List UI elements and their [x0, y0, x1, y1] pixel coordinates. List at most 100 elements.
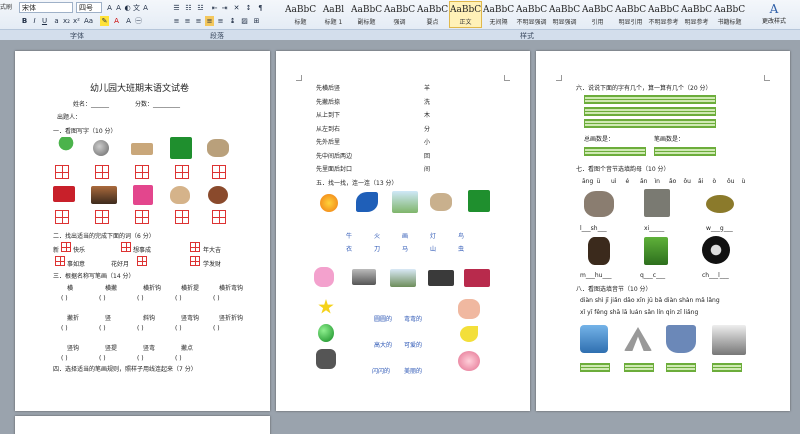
- italic-icon[interactable]: I: [30, 16, 39, 26]
- writing-grid[interactable]: [175, 210, 189, 224]
- fill-blank[interactable]: xi_____: [644, 225, 664, 232]
- answer-box[interactable]: [190, 256, 200, 266]
- stroke-answer[interactable]: ( ): [137, 295, 144, 302]
- style-card[interactable]: AaBbCcDc 明显强调: [548, 1, 581, 28]
- align-center-icon[interactable]: ≡: [183, 16, 192, 26]
- change-case-icon[interactable]: Aa: [84, 16, 93, 26]
- writing-line[interactable]: [654, 147, 716, 156]
- stroke-answer[interactable]: ( ): [175, 355, 182, 362]
- justify-icon[interactable]: ≡: [205, 16, 214, 26]
- writing-grid[interactable]: [135, 165, 149, 179]
- style-card[interactable]: AaBbC 标题: [284, 1, 317, 28]
- document-page-3[interactable]: 六．说说下面的字有几个，算一算有几个（20 分） 总画数是： 笔画数是： 七．看…: [536, 51, 790, 411]
- clear-format-icon[interactable]: ◐: [123, 3, 132, 13]
- strikethrough-icon[interactable]: a: [52, 16, 61, 26]
- document-page-4[interactable]: [15, 416, 270, 434]
- style-card[interactable]: AaBbCcD 强调: [383, 1, 416, 28]
- writing-line[interactable]: [580, 363, 610, 372]
- phonetic-guide-icon[interactable]: 文: [132, 3, 141, 13]
- answer-box[interactable]: [121, 242, 131, 252]
- format-painter-button[interactable]: 式刷: [0, 2, 16, 11]
- stroke-answer[interactable]: ( ): [137, 325, 144, 332]
- writing-grid[interactable]: [55, 210, 69, 224]
- writing-grid[interactable]: [95, 165, 109, 179]
- stroke-answer[interactable]: ( ): [99, 325, 106, 332]
- enclose-char-icon[interactable]: ㊀: [134, 16, 143, 26]
- sort-icon[interactable]: ↕: [244, 3, 253, 13]
- document-page-1[interactable]: 幼儿园大班期末语文试卷 姓名：______ 分数：_________ 出题人： …: [15, 51, 270, 411]
- stroke-name: 竖弯钩: [181, 315, 200, 322]
- writing-line[interactable]: [584, 147, 646, 156]
- shrink-font-icon[interactable]: A: [114, 3, 123, 13]
- writing-line[interactable]: [584, 119, 716, 128]
- stroke-answer[interactable]: ( ): [61, 295, 68, 302]
- numbering-icon[interactable]: ☷: [184, 3, 193, 13]
- grow-font-icon[interactable]: A: [105, 3, 114, 13]
- font-name-select[interactable]: 宋体: [19, 2, 73, 13]
- answer-box[interactable]: [137, 256, 147, 266]
- chinese-layout-icon[interactable]: ✕: [232, 3, 241, 13]
- style-card[interactable]: AaBbCcDc 引用: [581, 1, 614, 28]
- stroke-answer[interactable]: ( ): [61, 355, 68, 362]
- line-spacing-icon[interactable]: ↨: [228, 16, 237, 26]
- font-size-select[interactable]: 四号: [76, 2, 102, 13]
- stroke-answer[interactable]: ( ): [99, 355, 106, 362]
- writing-line[interactable]: [666, 363, 696, 372]
- answer-box[interactable]: [61, 242, 71, 252]
- answer-box[interactable]: [190, 242, 200, 252]
- font-color-icon[interactable]: A: [112, 16, 121, 26]
- writing-grid[interactable]: [212, 165, 226, 179]
- align-left-icon[interactable]: ≡: [172, 16, 181, 26]
- style-card[interactable]: AaBbCcDc 正文: [449, 1, 482, 28]
- highlight-icon[interactable]: ✎: [100, 16, 109, 26]
- writing-grid[interactable]: [55, 165, 69, 179]
- writing-grid[interactable]: [95, 210, 109, 224]
- stroke-answer[interactable]: ( ): [213, 325, 220, 332]
- stroke-answer[interactable]: ( ): [175, 325, 182, 332]
- char-shading-icon[interactable]: A: [124, 16, 133, 26]
- style-card[interactable]: AaBbCcI 明显参考: [680, 1, 713, 28]
- stroke-answer[interactable]: ( ): [99, 295, 106, 302]
- stroke-answer[interactable]: ( ): [213, 295, 220, 302]
- style-card[interactable]: AaBbC 副标题: [350, 1, 383, 28]
- stroke-answer[interactable]: ( ): [61, 325, 68, 332]
- bullets-icon[interactable]: ☰: [172, 3, 181, 13]
- underline-icon[interactable]: U: [40, 16, 49, 26]
- writing-grid[interactable]: [212, 210, 226, 224]
- writing-line[interactable]: [624, 363, 654, 372]
- stroke-answer[interactable]: ( ): [175, 295, 182, 302]
- document-page-2[interactable]: 先横后竖羊先撇后捺洗从上到下木从左到右分先外后里小先中间后两边回先里面后封口间 …: [276, 51, 530, 411]
- writing-grid[interactable]: [135, 210, 149, 224]
- multilevel-list-icon[interactable]: ☳: [196, 3, 205, 13]
- borders-icon[interactable]: ⊞: [252, 16, 261, 26]
- increase-indent-icon[interactable]: ⇥: [220, 3, 229, 13]
- style-card[interactable]: AaBbCcD 不明显参考: [647, 1, 680, 28]
- fill-blank[interactable]: q___c___: [640, 272, 665, 279]
- style-card[interactable]: AaBl 标题 1: [317, 1, 350, 28]
- superscript-icon[interactable]: x²: [72, 16, 81, 26]
- fill-blank[interactable]: m___hu___: [580, 272, 611, 279]
- fill-blank[interactable]: ch___l___: [702, 272, 729, 279]
- fill-blank[interactable]: w___g___: [706, 225, 733, 232]
- writing-line[interactable]: [584, 107, 716, 116]
- writing-grid[interactable]: [175, 165, 189, 179]
- answer-box[interactable]: [55, 256, 65, 266]
- change-styles-button[interactable]: A 更改样式: [754, 2, 794, 25]
- writing-line[interactable]: [584, 95, 716, 104]
- char-border-icon[interactable]: A: [141, 3, 150, 13]
- decrease-indent-icon[interactable]: ⇤: [210, 3, 219, 13]
- show-marks-icon[interactable]: ¶: [256, 3, 265, 13]
- distributed-icon[interactable]: ≡: [216, 16, 225, 26]
- stroke-answer[interactable]: ( ): [137, 355, 144, 362]
- style-card[interactable]: AaBbCcI 书籍标题: [713, 1, 746, 28]
- style-card[interactable]: AaBbCcD 要点: [416, 1, 449, 28]
- style-card[interactable]: AaBbCcDc 明显引用: [614, 1, 647, 28]
- style-card[interactable]: AaBbCcDc 无间隔: [482, 1, 515, 28]
- align-right-icon[interactable]: ≡: [194, 16, 203, 26]
- writing-line[interactable]: [712, 363, 742, 372]
- style-card[interactable]: AaBbCcDc 不明显强调: [515, 1, 548, 28]
- bold-icon[interactable]: B: [20, 16, 29, 26]
- shading-icon[interactable]: ▨: [240, 16, 249, 26]
- subscript-icon[interactable]: x₂: [62, 16, 71, 26]
- fill-blank[interactable]: l___sh___: [580, 225, 607, 232]
